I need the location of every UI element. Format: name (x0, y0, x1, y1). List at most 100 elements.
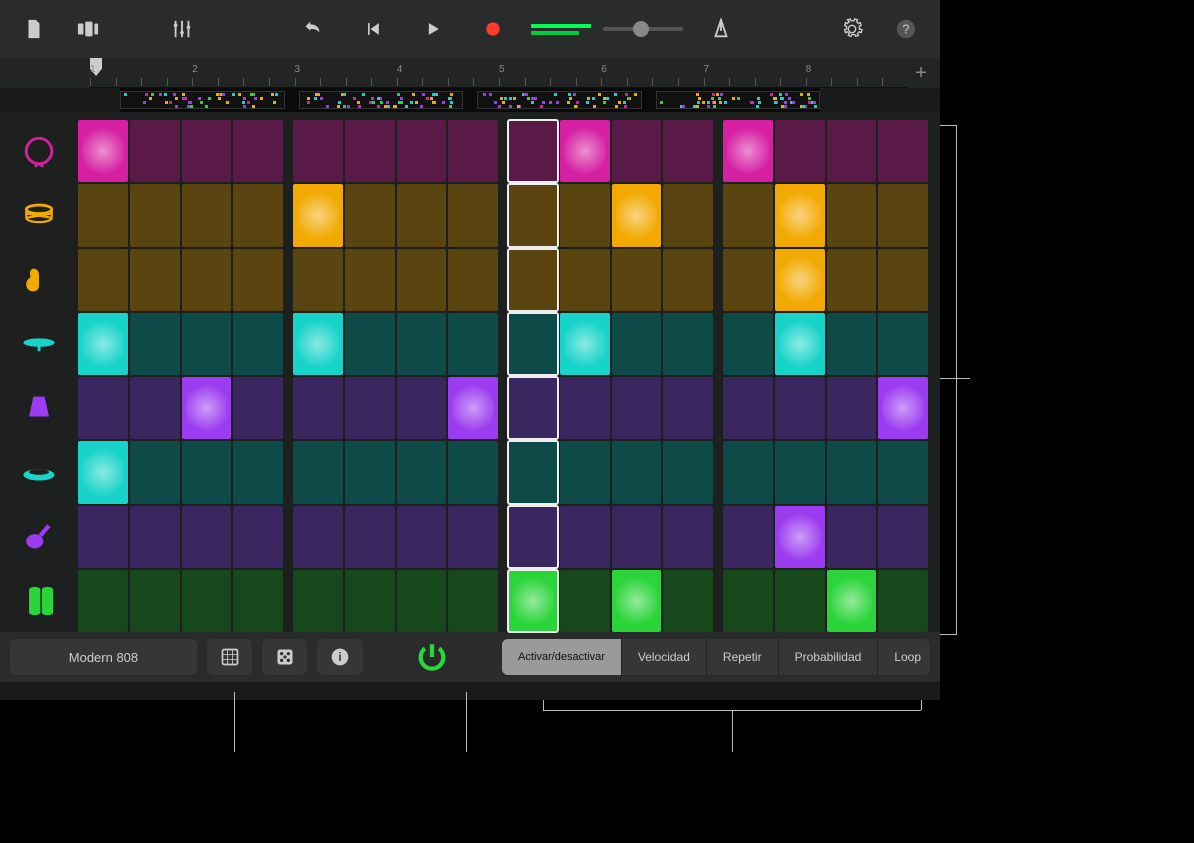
step-cell[interactable] (878, 506, 928, 568)
volume-slider[interactable] (603, 27, 683, 31)
step-cell[interactable] (878, 313, 928, 375)
step-cell[interactable] (397, 313, 447, 375)
step-cell[interactable] (612, 313, 662, 375)
step-cell[interactable] (775, 249, 825, 311)
step-cell[interactable] (293, 120, 343, 182)
step-cell[interactable] (345, 506, 395, 568)
step-cell[interactable] (182, 441, 232, 503)
instrument-clap[interactable] (10, 249, 68, 311)
step-cell[interactable] (130, 313, 180, 375)
step-cell[interactable] (233, 249, 283, 311)
step-cell[interactable] (560, 441, 610, 503)
instrument-cowbell[interactable] (10, 377, 68, 439)
step-cell[interactable] (345, 570, 395, 632)
step-cell[interactable] (78, 441, 128, 503)
step-cell[interactable] (182, 570, 232, 632)
step-cell[interactable] (345, 377, 395, 439)
step-cell[interactable] (233, 441, 283, 503)
step-cell[interactable] (612, 377, 662, 439)
step-cell[interactable] (293, 377, 343, 439)
step-cell[interactable] (723, 120, 773, 182)
step-cell[interactable] (560, 570, 610, 632)
step-cell[interactable] (130, 120, 180, 182)
step-cell[interactable] (560, 506, 610, 568)
step-cell[interactable] (560, 377, 610, 439)
step-cell[interactable] (397, 377, 447, 439)
instrument-rim[interactable] (10, 441, 68, 503)
step-cell[interactable] (508, 249, 558, 311)
step-cell[interactable] (130, 249, 180, 311)
step-cell[interactable] (723, 441, 773, 503)
pattern-overview[interactable] (120, 88, 820, 112)
step-cell[interactable] (397, 120, 447, 182)
step-cell[interactable] (182, 249, 232, 311)
power-button[interactable] (413, 637, 452, 677)
step-cell[interactable] (397, 249, 447, 311)
step-cell[interactable] (878, 570, 928, 632)
step-cell[interactable] (130, 570, 180, 632)
step-cell[interactable] (182, 120, 232, 182)
step-cell[interactable] (560, 120, 610, 182)
step-cell[interactable] (663, 184, 713, 246)
step-cell[interactable] (723, 506, 773, 568)
step-cell[interactable] (130, 506, 180, 568)
step-cell[interactable] (233, 377, 283, 439)
play-icon[interactable] (417, 13, 449, 45)
step-cell[interactable] (508, 184, 558, 246)
instrument-hihat[interactable] (10, 313, 68, 375)
step-cell[interactable] (397, 441, 447, 503)
instrument-conga[interactable] (10, 570, 68, 632)
step-cell[interactable] (233, 313, 283, 375)
step-cell[interactable] (130, 184, 180, 246)
step-cell[interactable] (612, 570, 662, 632)
step-cell[interactable] (508, 570, 558, 632)
step-cell[interactable] (612, 506, 662, 568)
step-cell[interactable] (293, 506, 343, 568)
step-cell[interactable] (723, 249, 773, 311)
step-cell[interactable] (345, 120, 395, 182)
step-cell[interactable] (397, 506, 447, 568)
step-cell[interactable] (827, 570, 877, 632)
step-cell[interactable] (827, 249, 877, 311)
step-cell[interactable] (397, 570, 447, 632)
step-cell[interactable] (397, 184, 447, 246)
step-cell[interactable] (827, 313, 877, 375)
step-cell[interactable] (663, 377, 713, 439)
step-cell[interactable] (663, 441, 713, 503)
rewind-icon[interactable] (357, 13, 389, 45)
step-cell[interactable] (345, 441, 395, 503)
step-cell[interactable] (448, 249, 498, 311)
step-cell[interactable] (78, 120, 128, 182)
step-cell[interactable] (78, 184, 128, 246)
step-cell[interactable] (827, 120, 877, 182)
instrument-snare[interactable] (10, 184, 68, 246)
gear-icon[interactable] (836, 13, 868, 45)
step-cell[interactable] (78, 377, 128, 439)
step-cell[interactable] (775, 377, 825, 439)
step-cell[interactable] (233, 184, 283, 246)
step-cell[interactable] (293, 249, 343, 311)
step-cell[interactable] (723, 570, 773, 632)
step-cell[interactable] (182, 184, 232, 246)
step-cell[interactable] (878, 120, 928, 182)
step-cell[interactable] (663, 570, 713, 632)
step-cell[interactable] (78, 249, 128, 311)
step-cell[interactable] (508, 441, 558, 503)
step-cell[interactable] (448, 570, 498, 632)
record-icon[interactable] (477, 13, 509, 45)
step-cell[interactable] (233, 120, 283, 182)
mixer-icon[interactable] (166, 13, 198, 45)
step-cell[interactable] (508, 506, 558, 568)
step-cell[interactable] (827, 377, 877, 439)
step-cell[interactable] (293, 184, 343, 246)
randomize-button[interactable] (262, 639, 307, 675)
step-cell[interactable] (878, 184, 928, 246)
step-cell[interactable] (448, 120, 498, 182)
step-cell[interactable] (775, 570, 825, 632)
step-cell[interactable] (345, 249, 395, 311)
step-cell[interactable] (775, 506, 825, 568)
step-cell[interactable] (345, 313, 395, 375)
step-cell[interactable] (878, 441, 928, 503)
step-cell[interactable] (878, 377, 928, 439)
step-cell[interactable] (182, 377, 232, 439)
